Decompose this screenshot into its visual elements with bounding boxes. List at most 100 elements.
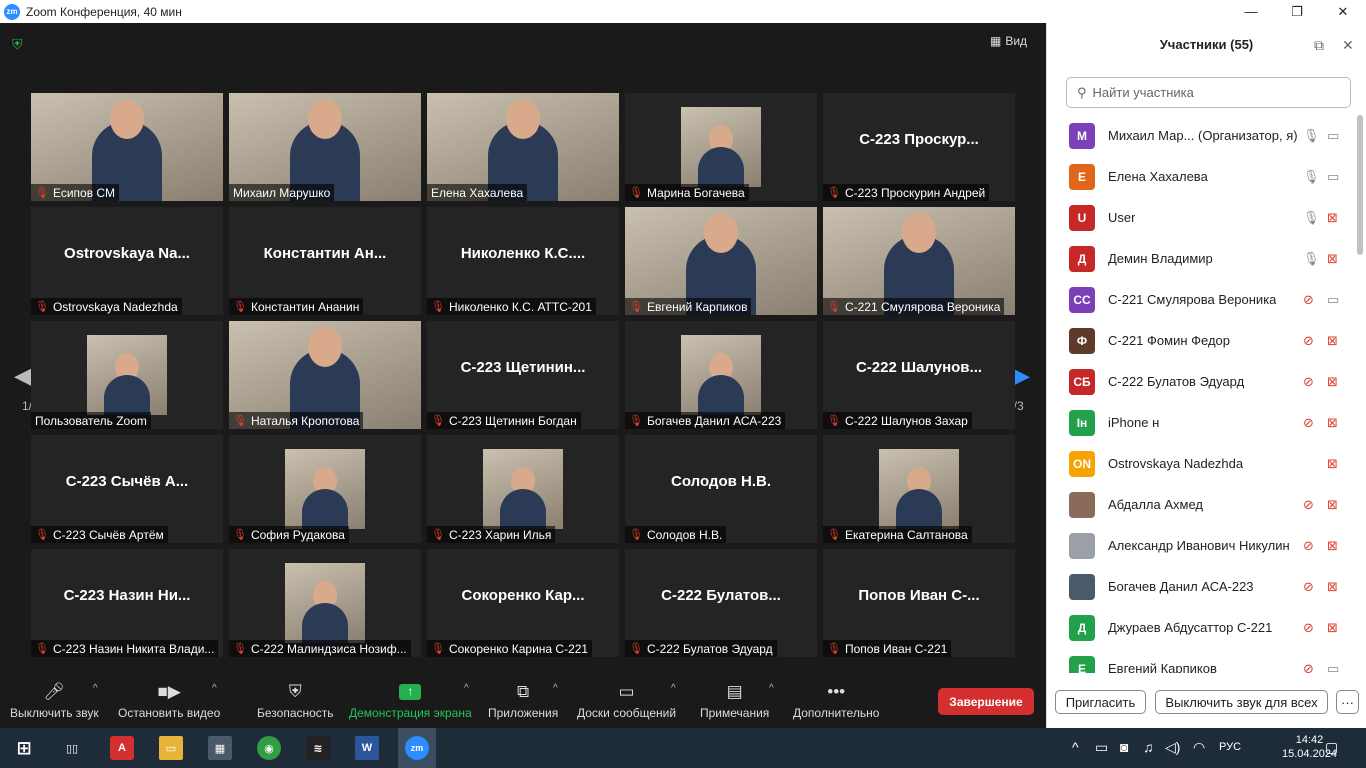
app-icon[interactable]: ≋ <box>306 736 330 760</box>
participant-tile[interactable]: С-223 Назин Ни... 🎙︎ С-223 Назин Никита Вл… <box>31 549 223 657</box>
participant-row[interactable]: Ін iPhone н ⊘ ⊠ <box>1047 402 1357 443</box>
participant-tile[interactable]: 🎙︎ Марина Богачева <box>625 93 817 201</box>
calculator-icon[interactable]: ▦ <box>208 736 232 760</box>
participant-tile[interactable]: Константин Ан... 🎙︎ Константин Ананин <box>229 207 421 315</box>
participant-row[interactable]: E Евгений Карпиков ⊘ ▭ <box>1047 648 1357 673</box>
shield-icon[interactable]: ⛨ <box>12 36 28 52</box>
participant-tile[interactable]: 🎙︎ Евгений Карпиков <box>625 207 817 315</box>
participant-row[interactable]: Абдалла Ахмед ⊘ ⊠ <box>1047 484 1357 525</box>
maximize-button[interactable]: ❐ <box>1274 0 1320 23</box>
zoom-taskbar-icon[interactable]: zm <box>398 728 436 768</box>
more-button[interactable]: ••• Дополнительно <box>793 682 879 720</box>
word-icon[interactable]: W <box>355 736 379 760</box>
camera-off-icon[interactable]: ⊠ <box>1327 333 1338 349</box>
participant-tile[interactable]: 🎙︎ София Рудакова <box>229 435 421 543</box>
pop-out-icon[interactable]: ⧉ <box>1314 37 1324 54</box>
language-indicator[interactable]: РУС <box>1219 741 1241 753</box>
muted-mic-icon[interactable]: ⊘ <box>1303 415 1314 431</box>
participant-tile[interactable]: Михаил Марушко <box>229 93 421 201</box>
participant-row[interactable]: E Елена Хахалева 🎙︎ ▭ <box>1047 156 1357 197</box>
participant-tile[interactable]: С-223 Проскур... 🎙︎ С-223 Проскурин Андрей <box>823 93 1015 201</box>
camera-off-icon[interactable]: ⊠ <box>1327 374 1338 390</box>
view-button[interactable]: ▦ Вид <box>990 34 1027 48</box>
muted-mic-icon[interactable]: ⊘ <box>1303 620 1314 636</box>
notes-options-icon[interactable]: ^ <box>769 683 774 694</box>
minimize-button[interactable]: — <box>1228 0 1274 23</box>
participant-tile[interactable]: С-222 Шалунов... 🎙︎ С-222 Шалунов Захар <box>823 321 1015 429</box>
more-options-button[interactable]: ··· <box>1336 690 1359 714</box>
battery-icon[interactable]: ▭ <box>1095 739 1108 756</box>
security-button[interactable]: ⛨ Безопасность <box>257 682 334 720</box>
participant-row[interactable]: Богачев Данил АСА-223 ⊘ ⊠ <box>1047 566 1357 607</box>
mic-tray-icon[interactable]: ♫ <box>1143 739 1154 755</box>
participant-tile[interactable]: Сокоренко Кар... 🎙︎ Сокоренко Карина С-221 <box>427 549 619 657</box>
muted-mic-icon[interactable]: ⊘ <box>1303 497 1314 513</box>
volume-icon[interactable]: ◁) <box>1165 739 1180 756</box>
camera-icon[interactable]: ▭ <box>1327 661 1339 674</box>
scrollbar[interactable] <box>1357 115 1363 255</box>
participant-tile[interactable]: 🎙︎ Богачев Данил АСА-223 <box>625 321 817 429</box>
apps-button[interactable]: ⧉ Приложения <box>488 682 558 720</box>
network-icon[interactable]: ◠ <box>1193 739 1205 756</box>
muted-mic-icon[interactable]: ⊘ <box>1303 374 1314 390</box>
participant-tile[interactable]: 🎙︎ С-221 Смулярова Вероника <box>823 207 1015 315</box>
muted-mic-icon[interactable]: ⊘ <box>1303 661 1314 674</box>
participant-tile[interactable]: 🎙︎ Наталья Кропотова <box>229 321 421 429</box>
file-explorer-icon[interactable]: ▭ <box>159 736 183 760</box>
camera-off-icon[interactable]: ⊠ <box>1327 251 1338 267</box>
participant-tile[interactable]: Попов Иван С-... 🎙︎ Попов Иван С-221 <box>823 549 1015 657</box>
mic-icon[interactable]: 🎙︎ <box>1303 128 1320 144</box>
participant-tile[interactable]: Солодов Н.В. 🎙︎ Солодов Н.В. <box>625 435 817 543</box>
mic-icon[interactable]: 🎙︎ <box>1303 210 1320 226</box>
camera-icon[interactable]: ▭ <box>1327 128 1339 144</box>
participant-tile[interactable]: С-223 Щетинин... 🎙︎ С-223 Щетинин Богдан <box>427 321 619 429</box>
mic-icon[interactable]: 🎙︎ <box>1303 169 1320 185</box>
camera-off-icon[interactable]: ⊠ <box>1327 497 1338 513</box>
participant-row[interactable]: СБ С-222 Булатов Эдуард ⊘ ⊠ <box>1047 361 1357 402</box>
participant-tile[interactable]: Пользователь Zoom <box>31 321 223 429</box>
whiteboards-options-icon[interactable]: ^ <box>671 683 676 694</box>
participant-row[interactable]: Д Демин Владимир 🎙︎ ⊠ <box>1047 238 1357 279</box>
windows-start-icon[interactable]: ⊞ <box>12 736 36 760</box>
participant-tile[interactable]: 🎙︎ Екатерина Салтанова <box>823 435 1015 543</box>
participant-row[interactable]: M Михаил Мар... (Организатор, я) 🎙︎ ▭ <box>1047 115 1357 156</box>
participant-row[interactable]: СС С-221 Смулярова Вероника ⊘ ▭ <box>1047 279 1357 320</box>
close-panel-icon[interactable]: ✕ <box>1342 37 1354 54</box>
muted-mic-icon[interactable]: ⊘ <box>1303 579 1314 595</box>
participant-row[interactable]: Александр Иванович Никулин ⊘ ⊠ <box>1047 525 1357 566</box>
participant-row[interactable]: Д Джураев Абдусаттор С-221 ⊘ ⊠ <box>1047 607 1357 648</box>
stop-video-button[interactable]: ■▶ Остановить видео <box>118 682 220 720</box>
muted-mic-icon[interactable]: ⊘ <box>1303 333 1314 349</box>
notes-button[interactable]: ▤ Примечания <box>700 682 769 720</box>
camera-off-icon[interactable]: ⊠ <box>1327 210 1338 226</box>
camera-tray-icon[interactable]: ◙ <box>1120 739 1128 755</box>
participant-tile[interactable]: Николенко К.С.... 🎙︎ Николенко К.С. АТТС-2… <box>427 207 619 315</box>
participant-tile[interactable]: 🎙︎ С-222 Малиндзиса Нозиф... <box>229 549 421 657</box>
acrobat-icon[interactable]: A <box>110 736 134 760</box>
participant-tile[interactable]: Ostrovskaya Na... 🎙︎ Ostrovskaya Nadezhda <box>31 207 223 315</box>
participant-tile[interactable]: С-222 Булатов... 🎙︎ С-222 Булатов Эдуард <box>625 549 817 657</box>
muted-mic-icon[interactable]: ⊘ <box>1303 538 1314 554</box>
participant-row[interactable]: U User 🎙︎ ⊠ <box>1047 197 1357 238</box>
share-options-icon[interactable]: ^ <box>464 683 469 694</box>
notifications-icon[interactable]: ▢ <box>1325 739 1338 756</box>
mute-button[interactable]: 🎤︎ Выключить звук <box>10 682 99 720</box>
task-view-icon[interactable]: ▯▯ <box>60 736 84 760</box>
video-options-icon[interactable]: ^ <box>212 683 217 694</box>
muted-mic-icon[interactable]: ⊘ <box>1303 292 1314 308</box>
camera-icon[interactable]: ▭ <box>1327 292 1339 308</box>
mic-icon[interactable]: 🎙︎ <box>1303 251 1320 267</box>
camera-off-icon[interactable]: ⊠ <box>1327 415 1338 431</box>
camera-off-icon[interactable]: ⊠ <box>1327 456 1338 472</box>
mute-all-button[interactable]: Выключить звук для всех <box>1155 690 1328 714</box>
participant-search-input[interactable]: ⚲ Найти участника <box>1066 77 1351 108</box>
close-button[interactable]: ✕ <box>1320 0 1366 23</box>
participant-tile[interactable]: 🎙︎ Есипов СМ <box>31 93 223 201</box>
camera-off-icon[interactable]: ⊠ <box>1327 620 1338 636</box>
chrome-icon[interactable]: ◉ <box>257 736 281 760</box>
participant-tile[interactable]: Елена Хахалева <box>427 93 619 201</box>
audio-options-icon[interactable]: ^ <box>93 683 98 694</box>
camera-icon[interactable]: ▭ <box>1327 169 1339 185</box>
participant-row[interactable]: ON Ostrovskaya Nadezhda ⊠ <box>1047 443 1357 484</box>
camera-off-icon[interactable]: ⊠ <box>1327 579 1338 595</box>
